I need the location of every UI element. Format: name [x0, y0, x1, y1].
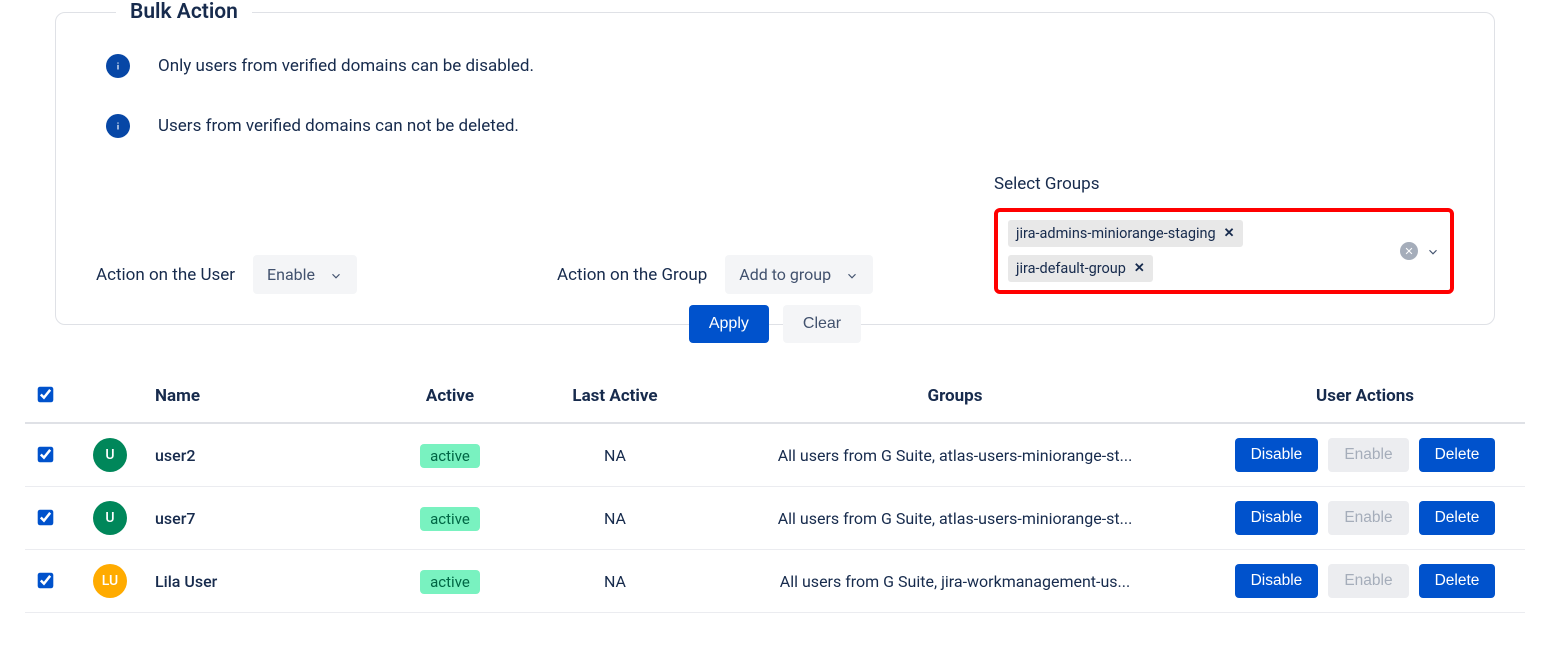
row-checkbox[interactable]	[38, 510, 54, 526]
clear-all-icon[interactable]	[1400, 242, 1418, 260]
action-user-block: Action on the User Enable	[96, 255, 357, 294]
th-active: Active	[375, 373, 525, 423]
remove-tag-icon[interactable]: ✕	[1134, 261, 1145, 276]
select-groups-block: Select Groups jira-admins-miniorange-sta…	[994, 174, 1454, 294]
row-checkbox[interactable]	[38, 447, 54, 463]
group-tag: jira-admins-miniorange-staging ✕	[1008, 220, 1243, 247]
status-badge: active	[420, 444, 480, 468]
table-row: Uuser7 active NAAll users from G Suite, at…	[25, 487, 1525, 550]
disable-button[interactable]: Disable	[1235, 564, 1319, 598]
groups-cell: All users from G Suite, jira-workmanagem…	[705, 550, 1205, 613]
chevron-down-icon[interactable]	[1426, 244, 1440, 258]
table-row: LU Lila User active NAAll users from G Suit…	[25, 550, 1525, 613]
action-group-value: Add to group	[739, 265, 831, 284]
info-row-2: Users from verified domains can not be d…	[96, 114, 1454, 138]
user-name: user7	[145, 487, 375, 550]
last-active: NA	[525, 550, 705, 613]
th-last-active: Last Active	[525, 373, 705, 423]
user-name: Lila User	[145, 550, 375, 613]
action-group-block: Action on the Group Add to group	[557, 255, 873, 294]
select-groups-label: Select Groups	[994, 174, 1454, 194]
group-tag-label: jira-admins-miniorange-staging	[1016, 225, 1216, 242]
info-text-1: Only users from verified domains can be …	[158, 56, 534, 76]
group-tag-label: jira-default-group	[1016, 260, 1126, 277]
select-all-checkbox[interactable]	[38, 387, 54, 403]
status-badge: active	[420, 570, 480, 594]
avatar: U	[93, 501, 127, 535]
enable-button[interactable]: Enable	[1328, 501, 1408, 535]
info-text-2: Users from verified domains can not be d…	[158, 116, 519, 136]
th-groups: Groups	[705, 373, 1205, 423]
th-name: Name	[145, 373, 375, 423]
th-user-actions: User Actions	[1205, 373, 1525, 423]
clear-button[interactable]: Clear	[783, 305, 861, 343]
avatar: LU	[93, 564, 127, 598]
users-table: Name Active Last Active Groups User Acti…	[25, 373, 1525, 613]
table-row: Uuser2 active NAAll users from G Suite, at…	[25, 423, 1525, 487]
status-badge: active	[420, 507, 480, 531]
delete-button[interactable]: Delete	[1419, 438, 1496, 472]
bulk-action-legend: Bulk Action	[116, 0, 252, 24]
group-tag: jira-default-group ✕	[1008, 255, 1153, 282]
avatar: U	[93, 438, 127, 472]
chevron-down-icon	[329, 268, 343, 282]
action-user-value: Enable	[267, 265, 315, 284]
controls-row: Action on the User Enable Action on the …	[96, 174, 1454, 324]
enable-button[interactable]: Enable	[1328, 438, 1408, 472]
last-active: NA	[525, 487, 705, 550]
apply-button[interactable]: Apply	[689, 305, 769, 343]
info-icon	[106, 54, 130, 78]
action-user-select[interactable]: Enable	[253, 255, 357, 294]
disable-button[interactable]: Disable	[1235, 501, 1319, 535]
bulk-buttons: Apply Clear	[20, 305, 1530, 343]
action-user-label: Action on the User	[96, 265, 235, 285]
delete-button[interactable]: Delete	[1419, 564, 1496, 598]
info-icon	[106, 114, 130, 138]
groups-cell: All users from G Suite, atlas-users-mini…	[705, 487, 1205, 550]
bulk-action-panel: Bulk Action Only users from verified dom…	[55, 0, 1495, 325]
info-row-1: Only users from verified domains can be …	[96, 54, 1454, 78]
disable-button[interactable]: Disable	[1235, 438, 1319, 472]
chevron-down-icon	[845, 268, 859, 282]
delete-button[interactable]: Delete	[1419, 501, 1496, 535]
user-name: user2	[145, 423, 375, 487]
groups-cell: All users from G Suite, atlas-users-mini…	[705, 423, 1205, 487]
tags-wrap: jira-admins-miniorange-staging ✕ jira-de…	[1008, 220, 1392, 282]
last-active: NA	[525, 423, 705, 487]
action-group-label: Action on the Group	[557, 265, 707, 285]
remove-tag-icon[interactable]: ✕	[1224, 226, 1235, 241]
action-group-select[interactable]: Add to group	[725, 255, 873, 294]
enable-button[interactable]: Enable	[1328, 564, 1408, 598]
row-checkbox[interactable]	[38, 573, 54, 589]
select-groups-input[interactable]: jira-admins-miniorange-staging ✕ jira-de…	[994, 208, 1454, 294]
